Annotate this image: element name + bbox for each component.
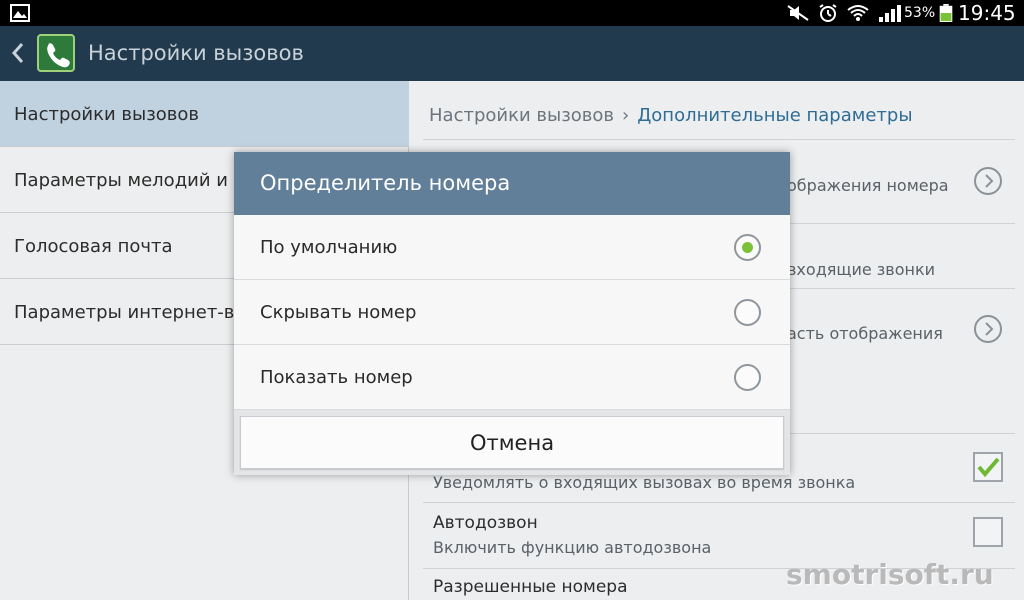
page-title: Настройки вызовов (88, 41, 304, 65)
setting-autoredial-title: Автодозвон (433, 513, 538, 533)
wifi-icon (847, 5, 869, 21)
option-label: Скрывать номер (260, 302, 417, 323)
back-icon[interactable] (10, 41, 26, 65)
breadcrumb-separator-icon: › (622, 105, 630, 126)
status-bar: 53% 19:45 (0, 0, 1024, 26)
alarm-icon (819, 4, 837, 22)
radio-button[interactable] (734, 299, 761, 326)
status-time: 19:45 (958, 1, 1016, 25)
left-menu-item-call-settings[interactable]: Настройки вызовов (0, 81, 409, 147)
breadcrumb: Настройки вызовов › Дополнительные парамет… (429, 105, 913, 126)
setting-fixed-numbers-title[interactable]: Разрешенные номера (433, 577, 628, 597)
option-default[interactable]: По умолчанию (234, 215, 790, 280)
setting-call-alert-subtitle: Уведомлять о входящих вызовах во время з… (433, 473, 856, 492)
watermark: smotrisoft.ru (786, 558, 994, 591)
breadcrumb-root[interactable]: Настройки вызовов (429, 105, 614, 126)
battery-percent: 53% (904, 5, 936, 21)
call-alert-checkbox[interactable] (973, 452, 1003, 482)
setting-incoming-subtitle: входящие звонки (787, 260, 936, 279)
dialog-title: Определитель номера (260, 171, 511, 195)
chevron-right-icon[interactable] (974, 315, 1002, 343)
caller-id-dialog: Определитель номера По умолчанию Скрыват… (234, 152, 790, 475)
option-label: По умолчанию (260, 237, 398, 258)
divider (423, 139, 1015, 140)
phone-settings-icon[interactable] (37, 34, 75, 72)
radio-dot-icon (742, 242, 753, 253)
action-bar: Настройки вызовов (0, 26, 1024, 81)
dialog-header: Определитель номера (234, 152, 790, 215)
option-hide-number[interactable]: Скрывать номер (234, 280, 790, 345)
radio-button-selected[interactable] (734, 234, 761, 261)
setting-caller-id-subtitle: ображения номера (787, 176, 949, 195)
cancel-button[interactable]: Отмена (240, 416, 784, 469)
dialog-footer: Отмена (234, 410, 790, 475)
divider (423, 502, 1015, 503)
breadcrumb-current: Дополнительные параметры (637, 105, 913, 126)
radio-button[interactable] (734, 364, 761, 391)
setting-autoredial-subtitle: Включить функцию автодозвона (433, 538, 712, 557)
battery-icon (939, 4, 953, 22)
setting-display-area-subtitle: асть отображения (787, 324, 943, 343)
autoredial-checkbox[interactable] (973, 517, 1003, 547)
option-show-number[interactable]: Показать номер (234, 345, 790, 410)
gallery-icon (10, 4, 30, 22)
chevron-right-icon[interactable] (974, 167, 1002, 195)
mute-icon (787, 5, 809, 21)
option-label: Показать номер (260, 367, 413, 388)
signal-icon (879, 5, 901, 22)
